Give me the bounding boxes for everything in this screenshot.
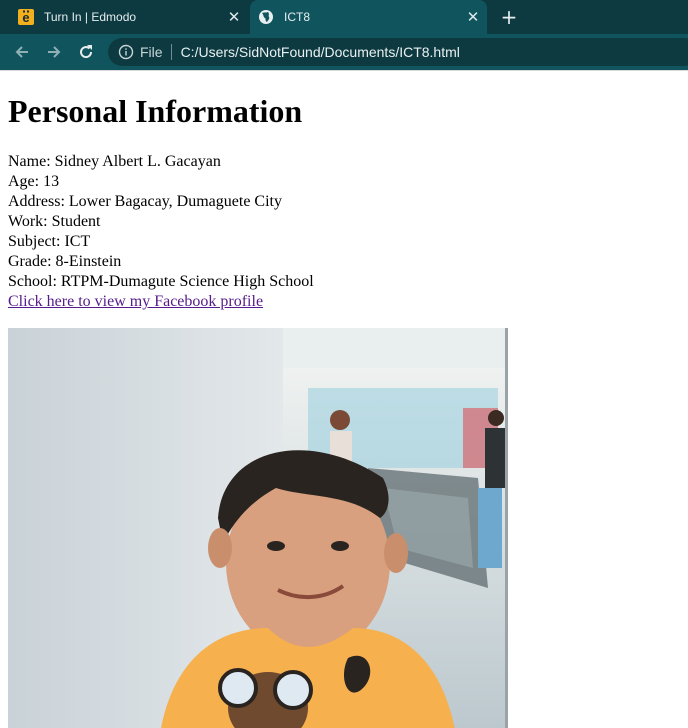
tab-strip: e Turn In | Edmodo ✕ ICT8 ✕ + xyxy=(0,0,688,34)
profile-photo-image xyxy=(8,328,508,728)
tab-title: Turn In | Edmodo xyxy=(44,10,137,24)
close-tab-icon[interactable]: ✕ xyxy=(220,8,248,26)
new-tab-icon[interactable]: + xyxy=(497,5,521,29)
info-line-name: Name: Sidney Albert L. Gacayan xyxy=(8,153,221,170)
address-bar[interactable]: File C:/Users/SidNotFound/Documents/ICT8… xyxy=(108,38,688,66)
facebook-profile-link[interactable]: Click here to view my Facebook profile xyxy=(8,293,263,310)
browser-toolbar: File C:/Users/SidNotFound/Documents/ICT8… xyxy=(0,34,688,70)
info-line-address: Address: Lower Bagacay, Dumaguete City xyxy=(8,193,282,210)
info-line-grade: Grade: 8-Einstein xyxy=(8,253,122,270)
divider xyxy=(170,44,172,60)
arrow-right-icon xyxy=(48,46,61,58)
close-tab-icon[interactable]: ✕ xyxy=(459,8,487,26)
info-line-school: School: RTPM-Dumagute Science High Schoo… xyxy=(8,273,314,290)
back-button[interactable] xyxy=(10,40,34,64)
edmodo-icon: e xyxy=(18,9,34,25)
profile-photo xyxy=(8,328,508,728)
globe-icon xyxy=(258,9,274,25)
info-icon[interactable] xyxy=(118,44,134,60)
info-line-subject: Subject: ICT xyxy=(8,233,91,250)
info-line-work: Work: Student xyxy=(8,213,101,230)
page-content: Personal Information Name: Sidney Albert… xyxy=(8,71,680,728)
tab-ict8[interactable]: ICT8 ✕ xyxy=(250,0,487,34)
reload-icon xyxy=(80,45,93,59)
page-title: Personal Information xyxy=(8,93,303,129)
tab-title: ICT8 xyxy=(284,10,311,24)
reload-button[interactable] xyxy=(74,40,98,64)
arrow-left-icon xyxy=(15,46,28,58)
info-line-age: Age: 13 xyxy=(8,173,60,190)
tab-edmodo[interactable]: e Turn In | Edmodo ✕ xyxy=(0,0,248,34)
personal-info: Name: Sidney Albert L. Gacayan Age: 13 A… xyxy=(8,152,680,312)
forward-button[interactable] xyxy=(42,40,66,64)
url-text[interactable]: C:/Users/SidNotFound/Documents/ICT8.html xyxy=(181,44,460,60)
scheme-label: File xyxy=(140,44,163,60)
